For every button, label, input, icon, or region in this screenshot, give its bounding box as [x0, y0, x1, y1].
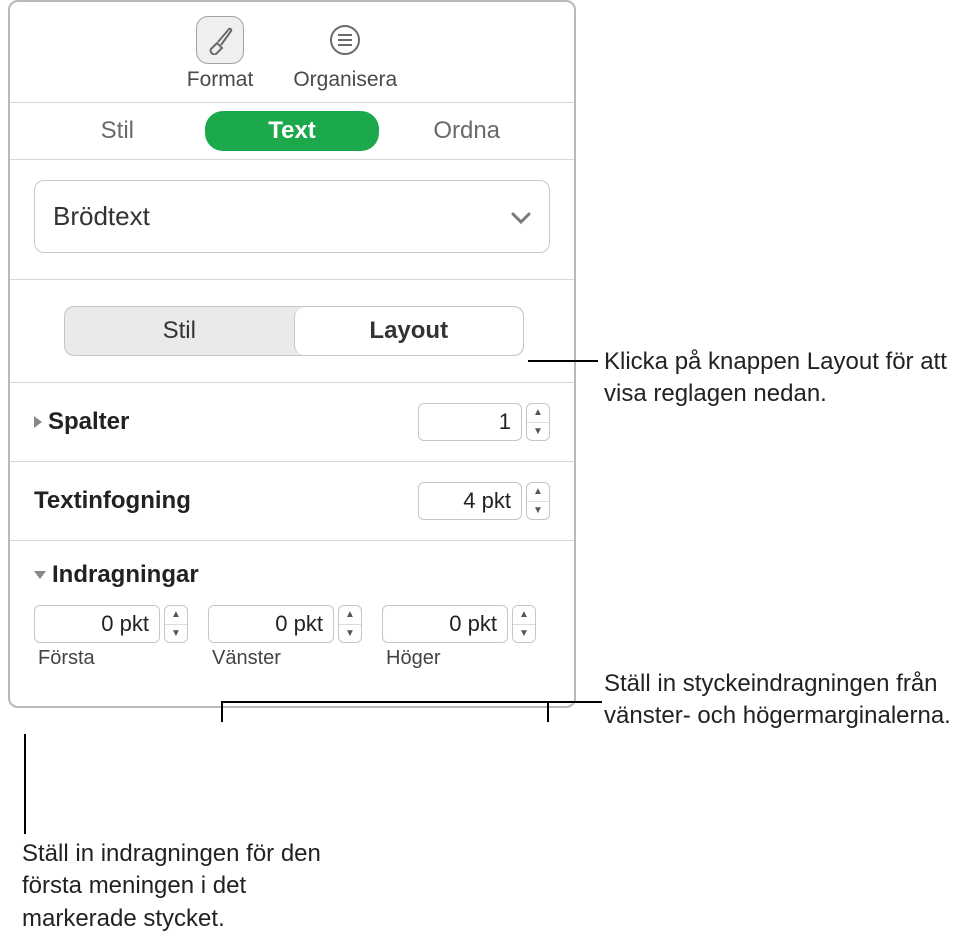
format-tool[interactable]: Format: [187, 16, 254, 92]
format-label: Format: [187, 68, 254, 92]
columns-input[interactable]: [418, 403, 522, 441]
chevron-right-icon[interactable]: [34, 416, 42, 428]
caret-down-icon[interactable]: ▼: [165, 625, 187, 643]
callout-layout: Klicka på knappen Layout för att visa re…: [604, 346, 964, 411]
chevron-down-icon: [511, 201, 531, 232]
subtab-style[interactable]: Stil: [65, 307, 294, 355]
toolbar: Format Organisera: [10, 2, 574, 103]
indents-header: Indragningar: [34, 541, 550, 593]
inset-row: Textinfogning ▲ ▼: [34, 462, 550, 540]
indent-first: ▲ ▼ Första: [34, 605, 188, 670]
indent-right-input[interactable]: [382, 605, 508, 643]
caret-down-icon[interactable]: ▼: [527, 502, 549, 520]
indent-right-spin[interactable]: ▲ ▼: [512, 605, 536, 643]
chevron-down-icon[interactable]: [34, 571, 46, 579]
caret-down-icon[interactable]: ▼: [513, 625, 535, 643]
text-subtabs: Stil Layout: [64, 306, 524, 356]
indent-right: ▲ ▼ Höger: [382, 605, 536, 670]
caret-up-icon[interactable]: ▲: [339, 606, 361, 625]
caret-down-icon[interactable]: ▼: [339, 625, 361, 643]
indent-left: ▲ ▼ Vänster: [208, 605, 362, 670]
caret-up-icon[interactable]: ▲: [527, 483, 549, 502]
subtab-layout[interactable]: Layout: [294, 307, 524, 355]
tab-text[interactable]: Text: [205, 111, 380, 151]
indents-label: Indragningar: [52, 561, 199, 589]
tab-arrange[interactable]: Ordna: [379, 111, 554, 151]
callout-margins: Ställ in styckeindragningen från vänster…: [604, 668, 964, 733]
paintbrush-icon: [196, 16, 244, 64]
columns-row: Spalter ▲ ▼: [34, 383, 550, 461]
list-circle-icon: [321, 16, 369, 64]
paragraph-style-select[interactable]: Brödtext: [34, 180, 550, 253]
format-panel: Format Organisera Stil Text Ordna: [8, 0, 576, 708]
indent-first-input[interactable]: [34, 605, 160, 643]
columns-stepper: ▲ ▼: [418, 403, 550, 441]
panel-tabs: Stil Text Ordna: [10, 103, 574, 160]
inset-input[interactable]: [418, 482, 522, 520]
caret-up-icon[interactable]: ▲: [527, 404, 549, 423]
indents-fields: ▲ ▼ Första ▲ ▼ Vänster: [34, 593, 550, 686]
tab-style[interactable]: Stil: [30, 111, 205, 151]
caret-up-icon[interactable]: ▲: [165, 606, 187, 625]
columns-label: Spalter: [48, 408, 129, 436]
indent-left-label: Vänster: [208, 647, 281, 670]
organize-label: Organisera: [293, 68, 397, 92]
inset-label: Textinfogning: [34, 487, 191, 515]
inset-stepper: ▲ ▼: [418, 482, 550, 520]
indent-right-label: Höger: [382, 647, 440, 670]
indent-first-spin[interactable]: ▲ ▼: [164, 605, 188, 643]
caret-down-icon[interactable]: ▼: [527, 423, 549, 441]
indent-left-input[interactable]: [208, 605, 334, 643]
indent-first-label: Första: [34, 647, 95, 670]
inset-spin[interactable]: ▲ ▼: [526, 482, 550, 520]
organize-tool[interactable]: Organisera: [293, 16, 397, 92]
callout-first: Ställ in indragningen för den första men…: [22, 838, 352, 935]
paragraph-style-value: Brödtext: [53, 201, 150, 232]
columns-spin[interactable]: ▲ ▼: [526, 403, 550, 441]
indent-left-spin[interactable]: ▲ ▼: [338, 605, 362, 643]
caret-up-icon[interactable]: ▲: [513, 606, 535, 625]
